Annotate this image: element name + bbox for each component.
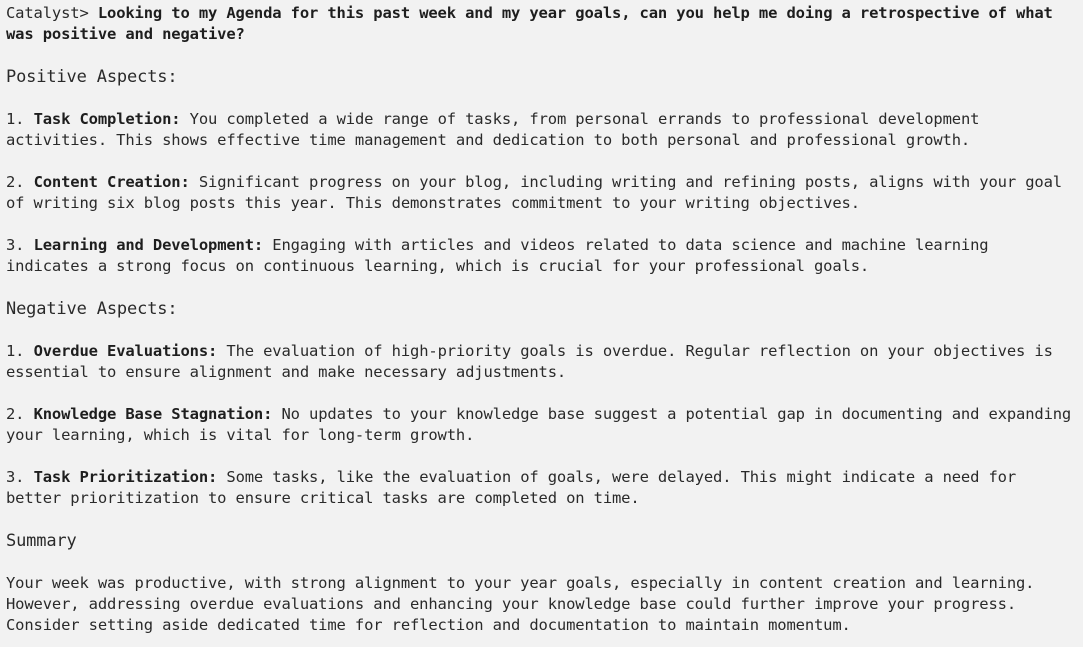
item-title: Task Prioritization: [33,468,218,486]
prompt-question: Looking to my Agenda for this past week … [6,4,1062,43]
prompt-line: Catalyst> Looking to my Agenda for this … [6,3,1077,45]
terminal-output: Catalyst> Looking to my Agenda for this … [0,0,1083,647]
positive-item: 1. Task Completion: You completed a wide… [6,109,1077,151]
item-title: Knowledge Base Stagnation: [33,405,273,423]
item-title: Content Creation: [33,173,190,191]
item-title: Task Completion: [33,110,181,128]
negative-item: 2. Knowledge Base Stagnation: No updates… [6,404,1077,446]
positive-item: 3. Learning and Development: Engaging wi… [6,235,1077,277]
summary-text: Your week was productive, with strong al… [6,574,1044,634]
item-number: 3. [6,468,25,486]
negative-item: 3. Task Prioritization: Some tasks, like… [6,467,1077,509]
item-title: Learning and Development: [33,236,264,254]
prompt-label: Catalyst> [6,4,89,22]
item-number: 3. [6,236,25,254]
positive-item: 2. Content Creation: Significant progres… [6,172,1077,214]
negative-heading: Negative Aspects: [6,299,178,319]
item-number: 2. [6,405,25,423]
summary-heading: Summary [6,531,77,551]
item-number: 1. [6,110,25,128]
item-title: Overdue Evaluations: [33,342,218,360]
item-number: 1. [6,342,25,360]
positive-heading: Positive Aspects: [6,67,178,87]
negative-item: 1. Overdue Evaluations: The evaluation o… [6,341,1077,383]
item-number: 2. [6,173,25,191]
